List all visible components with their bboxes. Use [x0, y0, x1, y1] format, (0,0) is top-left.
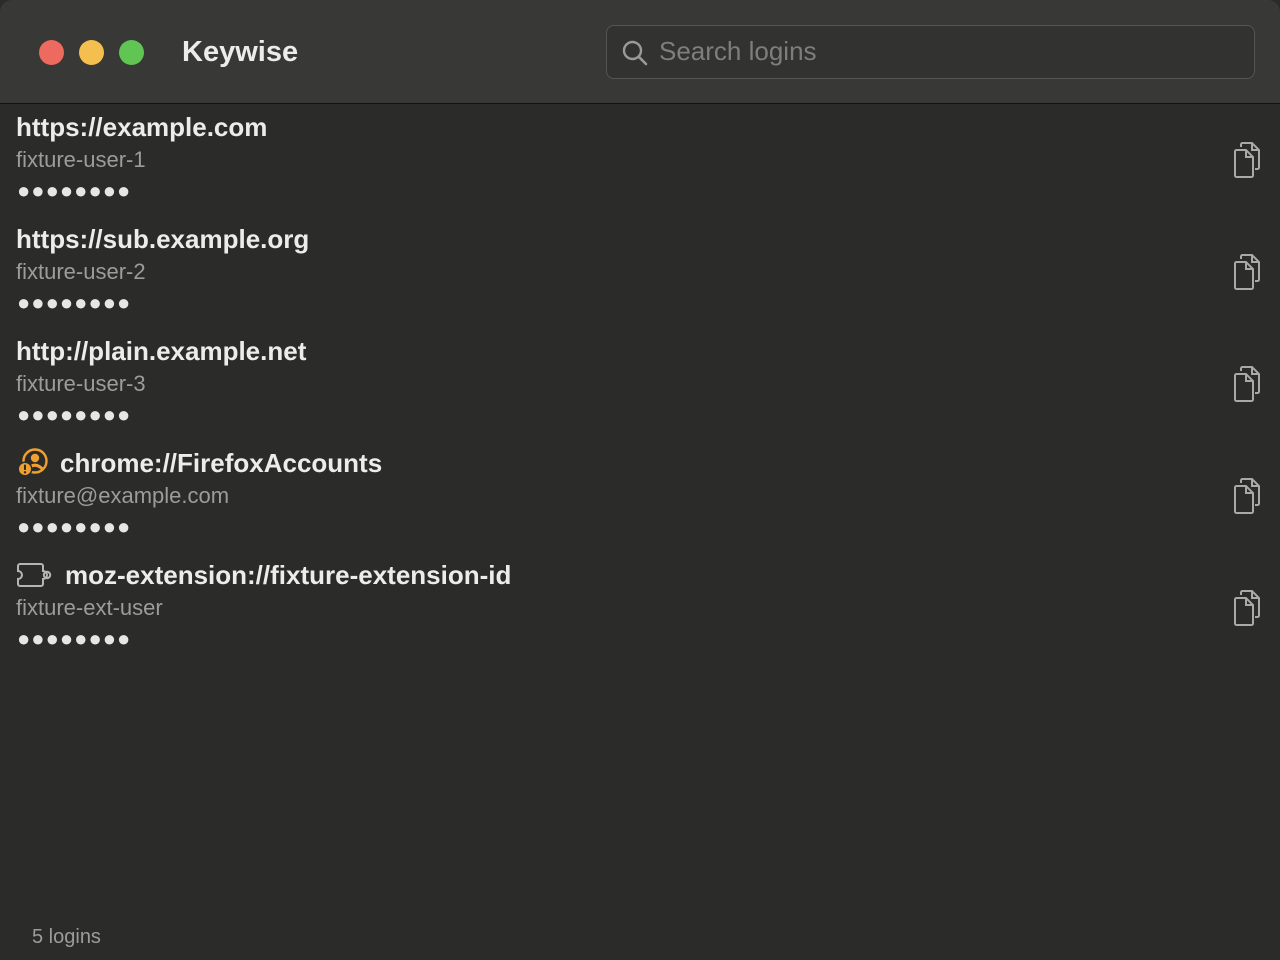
title-bar: Keywise	[0, 0, 1280, 104]
login-row[interactable]: https://example.com fixture-user-1 ●●●●●…	[0, 105, 1280, 217]
login-origin: moz-extension://fixture-extension-id	[16, 559, 511, 591]
minimize-window-button[interactable]	[79, 40, 104, 65]
login-count: 5 logins	[32, 926, 101, 948]
search-input[interactable]	[659, 26, 1239, 77]
copy-icon[interactable]	[1230, 141, 1264, 179]
login-password: ●●●●●●●●	[17, 626, 132, 651]
search-box[interactable]	[606, 25, 1255, 79]
copy-icon[interactable]	[1230, 589, 1264, 627]
extension-icon	[17, 563, 52, 587]
login-origin: chrome://FirefoxAccounts	[16, 447, 382, 479]
login-password: ●●●●●●●●	[17, 178, 132, 203]
login-row[interactable]: chrome://FirefoxAccounts fixture@example…	[0, 441, 1280, 553]
login-row[interactable]: https://sub.example.org fixture-user-2 ●…	[0, 217, 1280, 329]
search-icon	[622, 40, 648, 66]
login-username: fixture-user-3	[16, 371, 146, 396]
login-origin-text: moz-extension://fixture-extension-id	[65, 559, 512, 590]
login-username: fixture-user-1	[16, 147, 146, 172]
login-origin-text: https://example.com	[16, 111, 268, 142]
login-origin: https://example.com	[16, 111, 267, 143]
login-password: ●●●●●●●●	[17, 290, 132, 315]
login-password: ●●●●●●●●	[17, 402, 132, 427]
login-origin: https://sub.example.org	[16, 223, 309, 255]
login-origin-text: https://sub.example.org	[16, 223, 310, 254]
login-password: ●●●●●●●●	[17, 514, 132, 539]
login-username: fixture@example.com	[16, 483, 230, 508]
account-warning-icon	[17, 448, 48, 477]
copy-icon[interactable]	[1230, 253, 1264, 291]
login-row[interactable]: moz-extension://fixture-extension-id fix…	[0, 553, 1280, 665]
zoom-window-button[interactable]	[119, 40, 144, 65]
login-row[interactable]: http://plain.example.net fixture-user-3 …	[0, 329, 1280, 441]
login-username: fixture-user-2	[16, 259, 146, 284]
close-window-button[interactable]	[39, 40, 64, 65]
copy-icon[interactable]	[1230, 365, 1264, 403]
app-window: Keywise https://example.com fixture-user…	[0, 0, 1280, 960]
app-title: Keywise	[182, 36, 299, 68]
login-username: fixture-ext-user	[16, 595, 163, 620]
copy-icon[interactable]	[1230, 477, 1264, 515]
login-list: https://example.com fixture-user-1 ●●●●●…	[0, 105, 1280, 665]
login-origin-text: chrome://FirefoxAccounts	[60, 447, 383, 478]
login-origin: http://plain.example.net	[16, 335, 306, 367]
login-origin-text: http://plain.example.net	[16, 335, 307, 366]
